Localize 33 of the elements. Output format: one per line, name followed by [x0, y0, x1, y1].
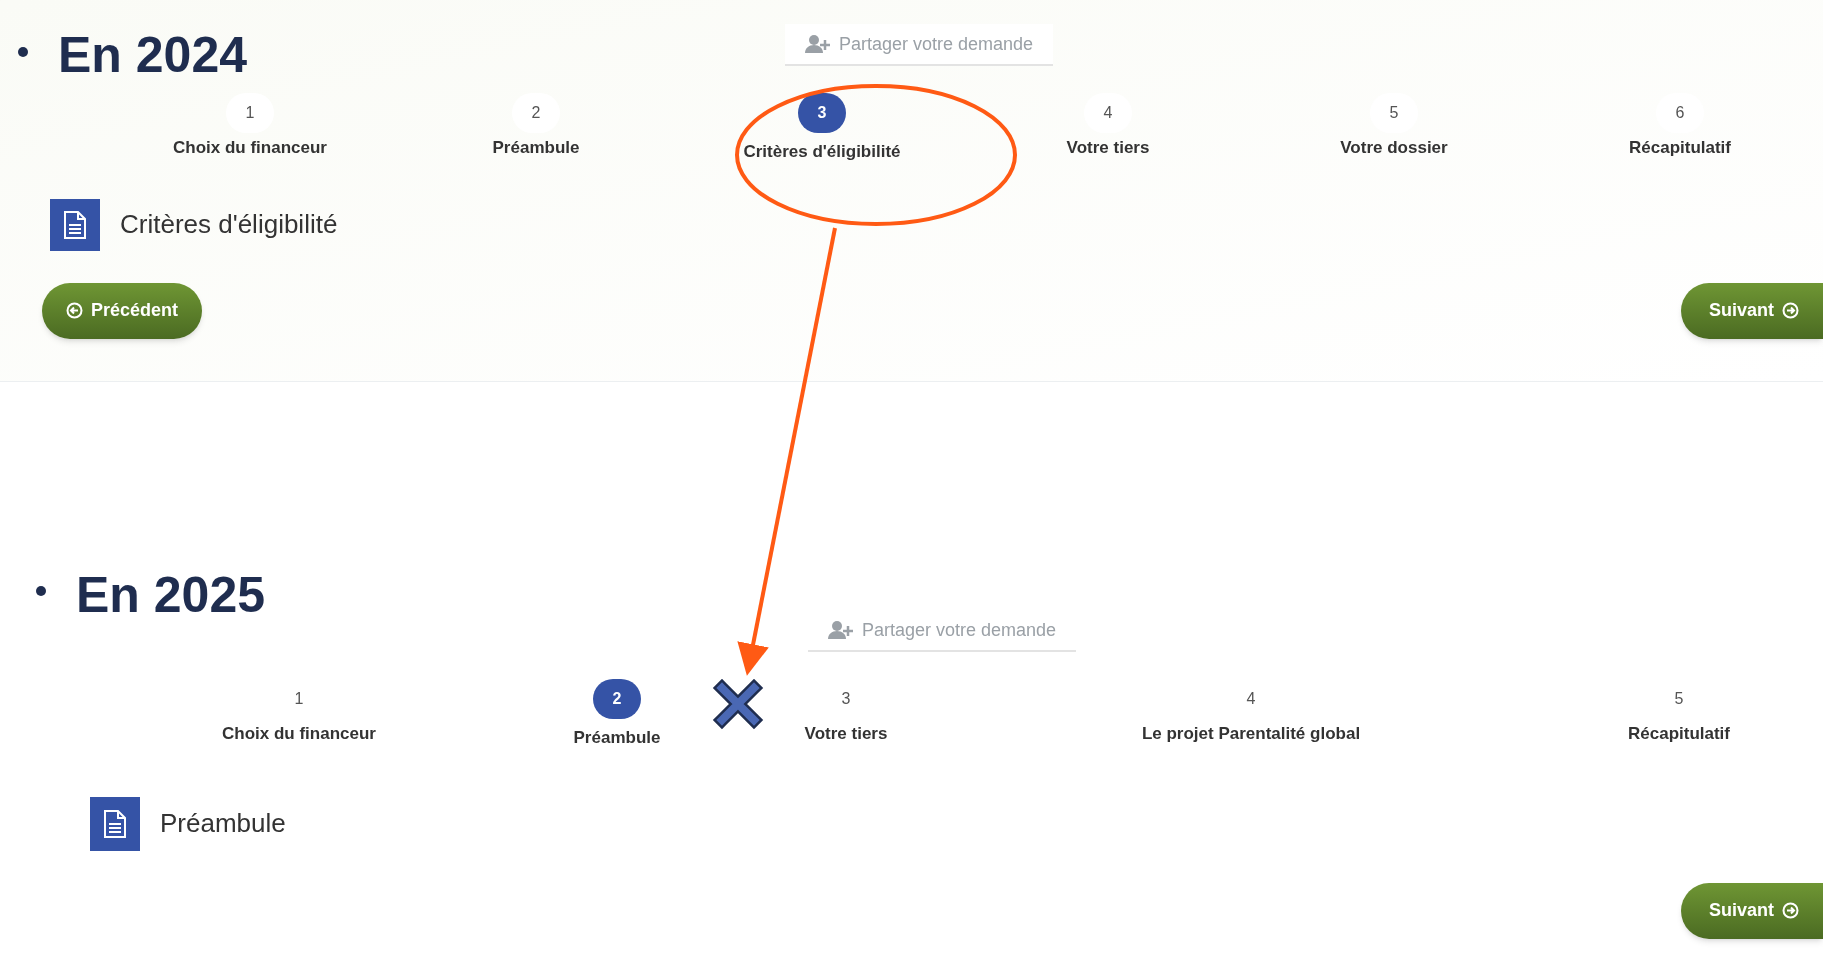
step-label: Critères d'éligibilité	[743, 141, 901, 163]
arrow-left-icon	[66, 302, 83, 319]
document-icon	[50, 198, 100, 251]
page-title: Préambule	[160, 807, 286, 840]
step-label: Votre tiers	[804, 723, 888, 745]
step-label: Votre dossier	[1340, 137, 1448, 159]
step-number[interactable]: 4	[1084, 93, 1132, 133]
step-number[interactable]: 2	[512, 93, 560, 133]
step-number[interactable]: 2	[593, 679, 641, 719]
step-number[interactable]: 6	[1656, 93, 1704, 133]
step-label: Récapitulatif	[1628, 723, 1730, 745]
next-button[interactable]: Suivant	[1681, 282, 1823, 339]
step-number[interactable]: 3	[798, 93, 846, 133]
arrow-right-icon	[1782, 902, 1799, 919]
slide-heading: En 2025	[76, 570, 265, 620]
page-title: Critères d'éligibilité	[120, 208, 338, 241]
step-label: Choix du financeur	[173, 137, 327, 159]
document-icon	[90, 796, 140, 851]
arrow-right-icon	[1782, 302, 1799, 319]
slide-heading: En 2024	[58, 30, 247, 80]
step-label: Préambule	[492, 137, 580, 159]
previous-button[interactable]: Précédent	[42, 282, 203, 339]
step-label: Préambule	[573, 727, 661, 749]
step-label: Récapitulatif	[1629, 137, 1731, 159]
step-label: Choix du financeur	[222, 723, 376, 745]
add-user-icon	[828, 620, 854, 640]
cross-mark-icon	[715, 681, 761, 727]
step-number[interactable]: 1	[226, 93, 274, 133]
step-label: Votre tiers	[1066, 137, 1150, 159]
step-label: Le projet Parentalité global	[1141, 723, 1361, 745]
add-user-icon	[805, 34, 831, 54]
next-button[interactable]: Suivant	[1681, 882, 1823, 939]
step-number[interactable]: 5	[1370, 93, 1418, 133]
